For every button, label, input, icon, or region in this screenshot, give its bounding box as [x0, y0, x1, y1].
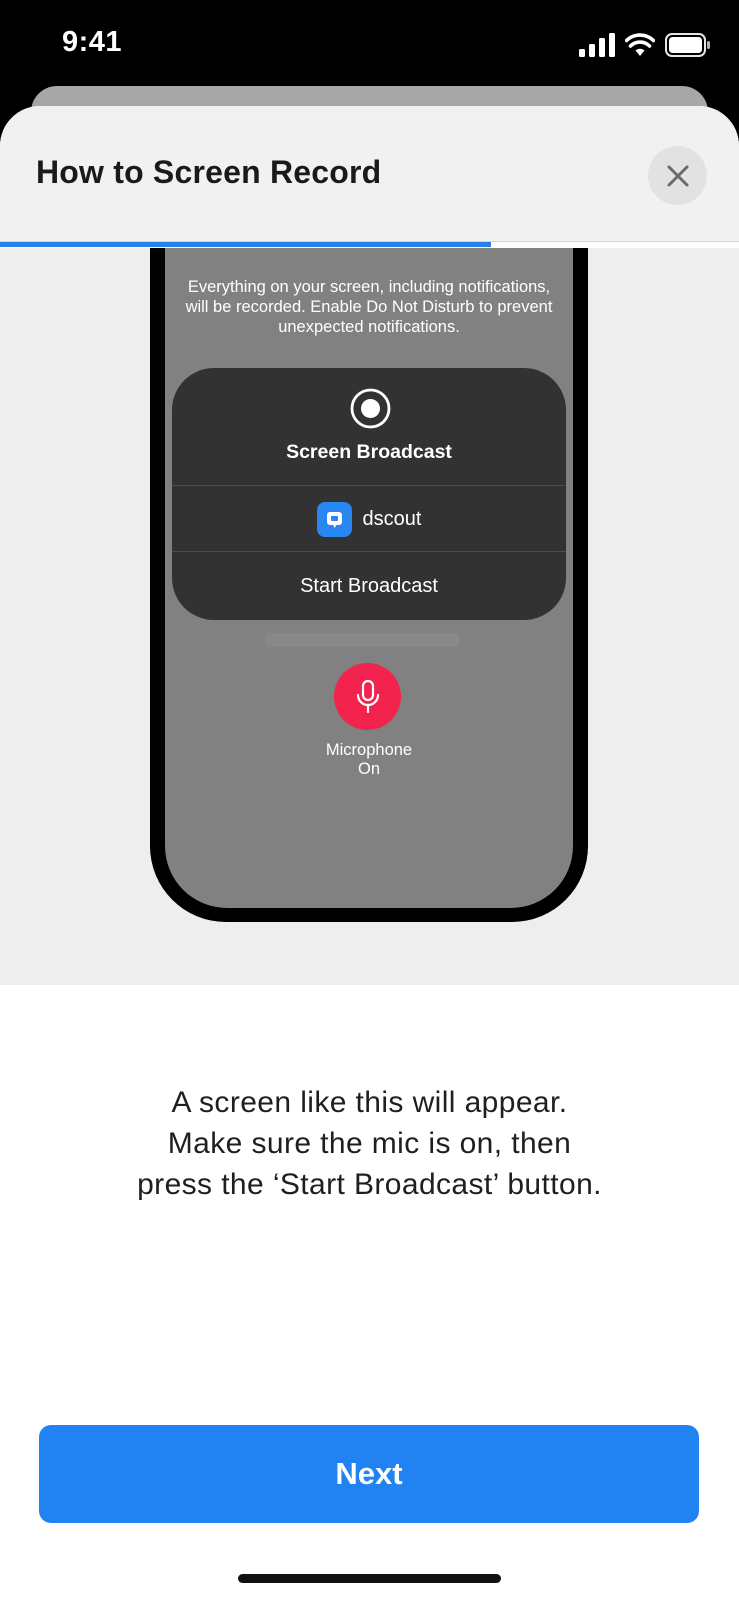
blurred-element [265, 633, 460, 647]
close-button[interactable] [648, 146, 707, 205]
battery-icon [665, 33, 710, 57]
divider [172, 485, 566, 486]
broadcast-title: Screen Broadcast [286, 441, 452, 463]
phone-mockup: Everything on your screen, including not… [150, 248, 588, 922]
microphone-icon [356, 679, 379, 713]
home-indicator [238, 1574, 501, 1583]
modal-sheet: How to Screen Record Everything on your … [0, 106, 739, 1600]
illustration: Everything on your screen, including not… [0, 248, 739, 985]
microphone-label-line2: On [357, 760, 380, 778]
next-button[interactable]: Next [39, 1425, 699, 1523]
app-name: dscout [362, 507, 422, 530]
microphone-label-line1: Microphone [325, 741, 413, 759]
progress-fill [0, 242, 492, 247]
status-icons [579, 30, 711, 60]
microphone-label: Microphone On [269, 741, 469, 779]
instructions-line3: press the ‘Start Broadcast’ button. [137, 1168, 602, 1201]
status-bar: 9:41 [0, 0, 739, 95]
divider [172, 551, 566, 552]
signal-icon [579, 33, 615, 57]
start-broadcast-button: Start Broadcast [300, 575, 438, 597]
instructions-line2: Make sure the mic is on, then [167, 1127, 572, 1160]
status-time: 9:41 [62, 26, 123, 58]
record-icon [350, 388, 391, 429]
recording-notice: Everything on your screen, including not… [185, 278, 553, 336]
sheet-header: How to Screen Record [0, 106, 739, 242]
phone-screen: Everything on your screen, including not… [165, 248, 573, 908]
instructions-text: A screen like this will appear. Make sur… [40, 1082, 699, 1205]
microphone-button [334, 663, 401, 730]
chat-bubble-icon [326, 511, 342, 528]
page-title: How to Screen Record [36, 154, 382, 190]
dscout-app-icon [316, 501, 352, 537]
broadcast-panel: Screen Broadcast dscout Start Broadcast [172, 368, 566, 620]
close-icon [667, 165, 688, 186]
wifi-icon [625, 33, 655, 56]
instructions-line1: A screen like this will appear. [171, 1086, 568, 1119]
app-row: dscout [172, 487, 566, 551]
